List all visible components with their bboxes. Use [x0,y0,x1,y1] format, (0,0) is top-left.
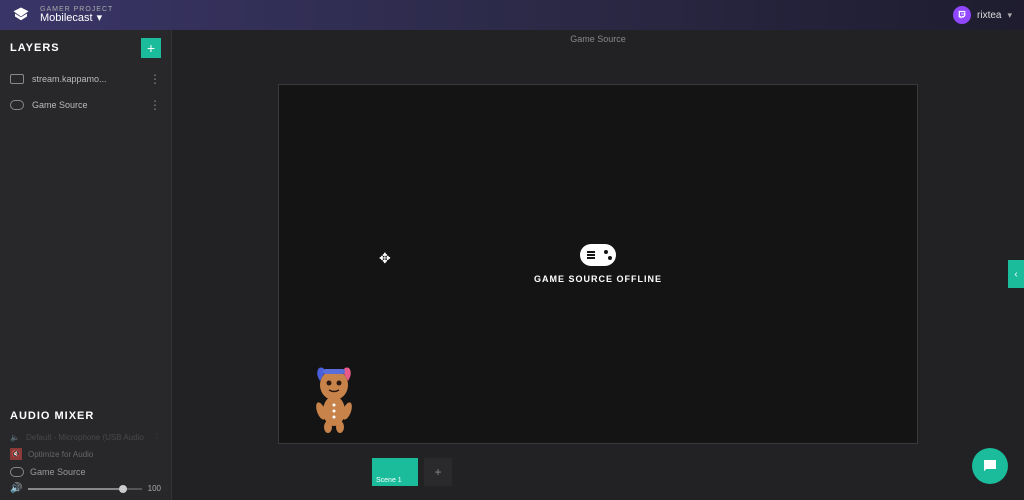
layers-header: LAYERS + [0,30,171,66]
add-layer-button[interactable]: + [141,38,161,58]
audio-optimize-row[interactable]: 🔇 Optimize for Audio [10,445,161,463]
audio-optimize-label: Optimize for Audio [28,450,93,459]
gamepad-icon [580,244,616,266]
mute-button[interactable]: 🔇 [10,448,22,460]
audio-item-label: Default - Microphone (USB Audio [26,433,144,442]
canvas-wrap: ✥ GAME SOURCE OFFLINE [172,48,1024,500]
sidebar: LAYERS + stream.kappamo... ⋮ Game Source… [0,30,172,500]
chevron-left-icon: ‹ [1014,269,1017,280]
username-label: rixtea [977,10,1001,21]
scene-tab-label: Scene 1 [376,477,402,484]
twitch-icon [953,6,971,24]
game-source-icon [10,467,24,477]
speaker-icon: 🔊 [10,483,22,494]
browser-source-icon [10,74,24,84]
chevron-down-icon: ▾ [1007,10,1012,21]
collapse-right-button[interactable]: ‹ [1008,260,1024,288]
game-source-icon [10,100,24,110]
volume-value: 100 [148,484,161,493]
content-area: Game Source ✥ GAME SOURCE OFFLINE [172,30,1024,500]
offline-message: GAME SOURCE OFFLINE [534,244,662,284]
scene-bar: Scene 1 + [372,458,452,486]
app-logo-icon [12,6,30,24]
add-scene-button[interactable]: + [424,458,452,486]
layer-item[interactable]: Game Source ⋮ [0,92,171,118]
more-icon[interactable]: ⋮ [149,98,161,112]
volume-slider[interactable] [28,488,141,490]
user-menu[interactable]: rixtea ▾ [953,6,1012,24]
audio-source-label: Game Source [30,467,86,477]
layer-label: stream.kappamo... [32,74,141,84]
offline-text: GAME SOURCE OFFLINE [534,274,662,284]
more-icon[interactable]: ⋮ [149,72,161,86]
chat-button[interactable] [972,448,1008,484]
chevron-down-icon: ▾ [97,13,103,24]
move-cursor-icon: ✥ [379,250,391,267]
project-selector[interactable]: GAMER PROJECT Mobilecast ▾ [40,6,113,24]
more-icon[interactable]: ⋮ [153,433,161,442]
layers-title: LAYERS [10,42,60,54]
volume-control[interactable]: 🔊 100 [0,481,171,500]
audio-item[interactable]: 🔈 Default - Microphone (USB Audio ⋮ [10,430,161,445]
canvas-label: Game Source [172,30,1024,48]
layer-label: Game Source [32,100,141,110]
preview-canvas[interactable]: ✥ GAME SOURCE OFFLINE [278,84,918,444]
speaker-muted-icon: 🔈 [10,433,20,442]
character-overlay[interactable] [309,363,359,433]
chat-icon [981,457,999,475]
top-bar: GAMER PROJECT Mobilecast ▾ rixtea ▾ [0,0,1024,30]
layer-item[interactable]: stream.kappamo... ⋮ [0,66,171,92]
project-name-text: Mobilecast [40,13,93,24]
audio-mixer-title: AUDIO MIXER [10,410,161,422]
scene-tab[interactable]: Scene 1 [372,458,418,486]
audio-mixer-section: AUDIO MIXER 🔈 Default - Microphone (USB … [0,402,171,463]
audio-source-item[interactable]: Game Source [0,463,171,481]
project-name: Mobilecast ▾ [40,13,113,24]
